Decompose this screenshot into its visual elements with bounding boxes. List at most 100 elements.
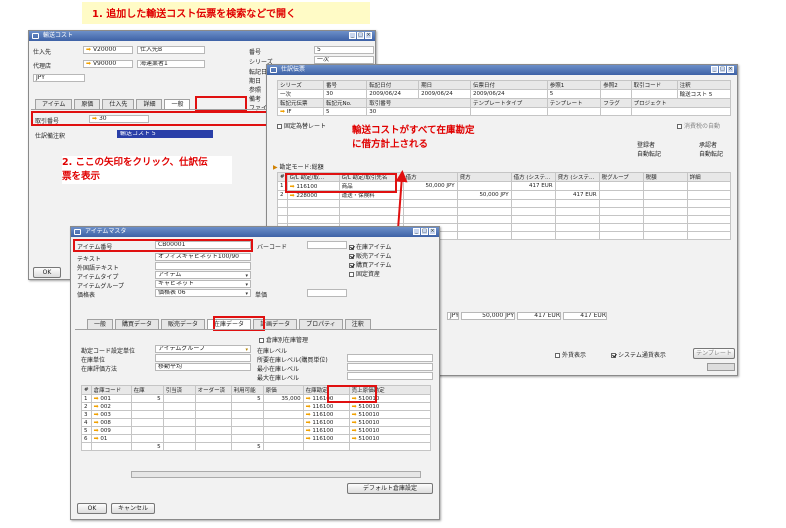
chevron-down-icon[interactable]: ▾ [245, 291, 248, 296]
tab-sales[interactable]: 販売データ [161, 319, 206, 329]
tab-remarks[interactable]: 注釈 [344, 319, 371, 329]
arrow-icon[interactable]: ➡ [306, 420, 311, 426]
head-val[interactable]: 2009/06/24 [469, 89, 548, 99]
table-row[interactable]: 6 ➡ 01 ➡ 116100 ➡ 510010 [81, 434, 432, 443]
currency-field[interactable]: JPY [33, 74, 85, 82]
arrow-icon[interactable]: ➡ [86, 61, 91, 67]
ok-button[interactable]: OK [33, 267, 61, 278]
cell [598, 181, 644, 191]
tab-general[interactable]: 一般 [164, 99, 191, 109]
arrow-icon[interactable]: ➡ [94, 404, 99, 410]
template-button[interactable]: テンプレート [693, 348, 735, 359]
arrow-icon[interactable]: ➡ [352, 436, 357, 442]
series-field[interactable]: 一次 [314, 56, 374, 64]
table-row[interactable]: 4 ➡ 008 ➡ 116100 ➡ 510010 [81, 418, 432, 427]
ok-button[interactable]: OK [77, 503, 107, 514]
head-val[interactable]: 一次 [277, 89, 324, 99]
purchase-item-checkbox[interactable] [349, 263, 354, 268]
tab-properties[interactable]: プロパティ [299, 319, 343, 329]
max-level-field[interactable] [347, 372, 433, 380]
manage-wh-checkbox[interactable] [259, 338, 264, 343]
sysccy-checkbox[interactable] [611, 353, 616, 358]
table-row[interactable]: 1 ➡ 001 5 5 35,000 ➡ 116100 ➡ 510010 [81, 394, 432, 403]
row2-val[interactable]: 5 [322, 107, 368, 116]
arrow-icon[interactable]: ➡ [94, 428, 99, 434]
tab-items[interactable]: アイテム [35, 99, 73, 109]
arrow-icon[interactable]: ➡ [306, 436, 311, 442]
arrow-icon[interactable]: ➡ [94, 412, 99, 418]
default-warehouse-button[interactable]: デフォルト倉庫設定 [347, 483, 433, 494]
arrow-icon[interactable]: ➡ [94, 436, 99, 442]
table-row[interactable]: 3 ➡ 003 ➡ 116100 ➡ 510010 [81, 410, 432, 419]
minimize-icon[interactable]: _ [349, 32, 356, 39]
wh-code: 01 [100, 436, 108, 442]
head-val[interactable]: 2009/06/24 [418, 89, 471, 99]
arrow-icon[interactable]: ➡ [94, 396, 99, 402]
num-field[interactable]: 5 [314, 46, 374, 54]
vendor-name[interactable]: 仕入先B [137, 46, 205, 54]
close-icon[interactable]: × [727, 66, 734, 73]
gl-method-field[interactable]: アイテムグループ ▾ [155, 345, 251, 353]
arrow-icon[interactable]: ➡ [86, 47, 91, 53]
minimize-icon[interactable]: _ [413, 228, 420, 235]
maximize-icon[interactable]: □ [357, 32, 364, 39]
type-field[interactable]: アイテム ▾ [155, 271, 251, 279]
fixed-rate-checkbox[interactable] [277, 124, 282, 129]
barcode-label: バーコード [257, 244, 288, 251]
arrow-icon[interactable]: ➡ [306, 404, 311, 410]
min-level-field[interactable] [347, 363, 433, 371]
reverse-checkbox[interactable] [677, 124, 682, 129]
inventory-item-checkbox[interactable] [349, 245, 354, 250]
head-val[interactable]: 輸送コスト 5 [676, 89, 732, 99]
inv-uom-field[interactable] [155, 354, 251, 362]
tab-vendor[interactable]: 仕入先 [102, 99, 135, 109]
cancel-button[interactable]: キャンセル [111, 503, 155, 514]
table-row[interactable]: 2 ➡ 002 ➡ 116100 ➡ 510010 [81, 402, 432, 411]
row2-val[interactable]: 30 [366, 107, 471, 116]
tab-detail[interactable]: 詳細 [136, 99, 163, 109]
foreign-text-field[interactable] [155, 262, 251, 270]
tab-general[interactable]: 一般 [87, 319, 114, 329]
price-field[interactable]: 価格表 06 ▾ [155, 289, 251, 297]
arrow-icon[interactable]: ➡ [306, 412, 311, 418]
unit-price-field[interactable] [307, 289, 347, 297]
sales-item-checkbox[interactable] [349, 254, 354, 259]
maximize-icon[interactable]: □ [719, 66, 726, 73]
h-scrollbar[interactable] [707, 363, 735, 371]
close-icon[interactable]: × [365, 32, 372, 39]
valuation-field[interactable]: 移動平均 [155, 363, 251, 371]
barcode-field[interactable] [307, 241, 347, 249]
required-level-field[interactable] [347, 354, 433, 362]
agent-name[interactable]: 海運業者1 [137, 60, 205, 68]
h-scrollbar[interactable] [131, 471, 421, 478]
group-field[interactable]: キャビネット ▾ [155, 280, 251, 288]
head-val[interactable] [630, 89, 678, 99]
arrow-icon[interactable]: ➡ [352, 420, 357, 426]
head-val[interactable]: 2009/06/24 [366, 89, 420, 99]
chevron-down-icon[interactable]: ▾ [245, 347, 248, 352]
tab-cost[interactable]: 原価 [74, 99, 101, 109]
chevron-down-icon[interactable]: ▾ [245, 273, 248, 278]
journal-field[interactable]: 輸送コスト 5 [117, 130, 213, 138]
foreign-checkbox[interactable] [555, 353, 560, 358]
arrow-icon[interactable]: ➡ [94, 420, 99, 426]
head-val[interactable] [600, 89, 632, 99]
table-row[interactable]: 5 ➡ 009 ➡ 116100 ➡ 510010 [81, 426, 432, 435]
arrow-icon[interactable]: ➡ [352, 428, 357, 434]
desc-field[interactable]: オフィスキャビネット100/90 [155, 253, 251, 261]
head-val[interactable]: 5 [546, 89, 602, 99]
arrow-icon[interactable]: ➡ [352, 412, 357, 418]
minimize-icon[interactable]: _ [711, 66, 718, 73]
arrow-icon[interactable]: ➡ [306, 396, 311, 402]
arrow-icon[interactable]: ➡ [352, 404, 357, 410]
maximize-icon[interactable]: □ [421, 228, 428, 235]
arrow-icon[interactable]: ➡ [306, 428, 311, 434]
head-col: 注釈 [676, 80, 732, 90]
arrow-icon[interactable]: ➡ [280, 109, 285, 115]
expand-arrow-icon[interactable]: ▶ [273, 164, 278, 171]
close-icon[interactable]: × [429, 228, 436, 235]
fixed-asset-checkbox[interactable] [349, 272, 354, 277]
chevron-down-icon[interactable]: ▾ [245, 282, 248, 287]
tab-purchasing[interactable]: 購買データ [115, 319, 160, 329]
head-val[interactable]: 30 [322, 89, 368, 99]
